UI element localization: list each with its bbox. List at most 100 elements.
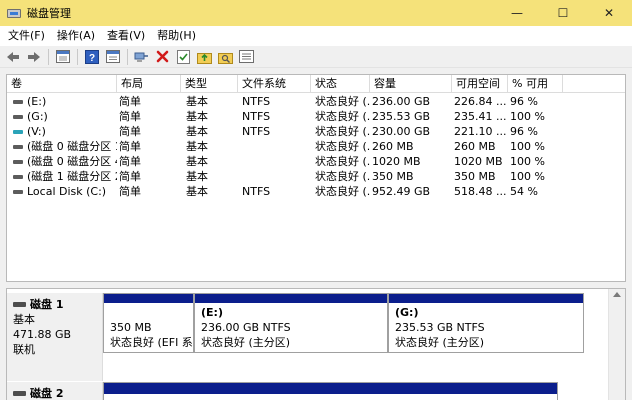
column-header-type[interactable]: 类型 — [181, 75, 238, 93]
filesystem-cell — [238, 154, 311, 169]
disk-1-type: 基本 — [13, 313, 35, 326]
layout-cell: 简单 — [119, 155, 141, 168]
partition-bar — [104, 294, 193, 303]
table-row[interactable]: (磁盘 0 磁盘分区 1) 简单 基本 状态良好 (... 260 MB 260… — [7, 139, 625, 154]
table-row[interactable]: Local Disk (C:) 简单 基本 NTFS 状态良好 (... 952… — [7, 184, 625, 199]
partition-efi[interactable]: 350 MB 状态良好 (EFI 系统 — [103, 293, 194, 353]
column-header-free-space[interactable]: 可用空间 — [452, 75, 508, 93]
volume-cell: (G:) — [7, 109, 117, 124]
vertical-scrollbar[interactable] — [608, 289, 625, 400]
column-header-layout[interactable]: 布局 — [117, 75, 181, 93]
forward-arrow-icon[interactable] — [25, 48, 42, 66]
volume-cell: (磁盘 0 磁盘分区 1) — [7, 139, 117, 154]
filesystem-cell — [238, 139, 311, 154]
close-button[interactable]: ✕ — [586, 0, 632, 26]
title-bar[interactable]: 磁盘管理 — ☐ ✕ — [0, 0, 632, 26]
percent-free-cell: 100 % — [510, 155, 545, 168]
menu-view[interactable]: 查看(V) — [101, 26, 151, 46]
volume-name: (V:) — [27, 125, 46, 138]
filesystem-cell: NTFS — [242, 125, 271, 138]
disk-1-name: 磁盘 1 — [13, 297, 96, 312]
column-header-percent-free[interactable]: % 可用 — [508, 75, 563, 93]
disk-layout-pane[interactable]: 磁盘 1 基本 471.88 GB 联机 350 MB 状态良好 (EFI 系统… — [6, 288, 626, 400]
layout-cell: 简单 — [119, 95, 141, 108]
folder-search-icon[interactable] — [217, 48, 234, 66]
partition-g[interactable]: (G:) 235.53 GB NTFS 状态良好 (主分区) — [388, 293, 584, 353]
partition-e[interactable]: (E:) 236.00 GB NTFS 状态良好 (主分区) — [194, 293, 388, 353]
disk-1-size: 471.88 GB — [13, 328, 72, 341]
table-row[interactable]: (E:) 简单 基本 NTFS 状态良好 (... 236.00 GB 226.… — [7, 94, 625, 109]
properties-icon[interactable] — [104, 48, 121, 66]
filesystem-cell: NTFS — [242, 185, 271, 198]
minimize-button[interactable]: — — [494, 0, 540, 26]
free-space-cell: 221.10 ... — [454, 125, 507, 138]
volume-name: (磁盘 0 磁盘分区 1) — [27, 140, 117, 153]
volume-list-pane[interactable]: 卷 布局 类型 文件系统 状态 容量 可用空间 % 可用 (E:) 简单 基本 … — [6, 74, 626, 282]
disk-2-partitions[interactable] — [103, 382, 558, 400]
percent-free-cell: 54 % — [510, 185, 538, 198]
menu-action[interactable]: 操作(A) — [51, 26, 101, 46]
type-cell: 基本 — [186, 140, 208, 153]
partition-status: 状态良好 (主分区) — [201, 336, 291, 349]
capacity-cell: 230.00 GB — [372, 125, 431, 138]
partition-size: 350 MB — [110, 321, 152, 334]
capacity-cell: 1020 MB — [372, 155, 421, 168]
scroll-up-arrow-icon[interactable] — [613, 292, 621, 297]
partition-bar — [195, 294, 387, 303]
menu-bar: 文件(F) 操作(A) 查看(V) 帮助(H) — [0, 26, 632, 46]
status-cell: 状态良好 (... — [315, 110, 370, 123]
folder-up-icon[interactable] — [196, 48, 213, 66]
volume-cell: (E:) — [7, 94, 117, 109]
column-header-status[interactable]: 状态 — [311, 75, 370, 93]
toolbar-separator — [48, 48, 49, 65]
layout-cell: 简单 — [119, 185, 141, 198]
volume-cell: (V:) — [7, 124, 117, 139]
drive-icon — [13, 159, 23, 164]
delete-icon[interactable] — [154, 48, 171, 66]
capacity-cell: 350 MB — [372, 170, 414, 183]
toolbar-separator — [127, 48, 128, 65]
maximize-button[interactable]: ☐ — [540, 0, 586, 26]
back-arrow-icon[interactable] — [4, 48, 21, 66]
disk-2-info[interactable]: 磁盘 2 — [7, 382, 103, 400]
status-cell: 状态良好 (... — [315, 95, 370, 108]
disk-1-state: 联机 — [13, 343, 35, 356]
settings-list-icon[interactable] — [238, 48, 255, 66]
free-space-cell: 350 MB — [454, 170, 496, 183]
disk-1-label: 磁盘 1 — [30, 298, 64, 311]
partition-label: (G:) — [395, 306, 419, 319]
drive-icon — [13, 129, 23, 134]
status-cell: 状态良好 (... — [315, 140, 370, 153]
column-header-filesystem[interactable]: 文件系统 — [238, 75, 311, 93]
drive-icon — [13, 174, 23, 179]
partition-efi-text: 350 MB 状态良好 (EFI 系统 — [110, 320, 192, 350]
volume-name: (磁盘 0 磁盘分区 4) — [27, 155, 117, 168]
type-cell: 基本 — [186, 155, 208, 168]
toolbar: ? — [0, 46, 632, 68]
menu-file[interactable]: 文件(F) — [2, 26, 51, 46]
column-header-capacity[interactable]: 容量 — [370, 75, 452, 93]
type-cell: 基本 — [186, 125, 208, 138]
percent-free-cell: 100 % — [510, 170, 545, 183]
layout-cell: 简单 — [119, 110, 141, 123]
console-icon[interactable] — [54, 48, 71, 66]
partition-status: 状态良好 (EFI 系统 — [110, 336, 192, 349]
partition-bar — [104, 383, 557, 394]
disk-icon — [13, 391, 26, 396]
help-icon[interactable]: ? — [83, 48, 100, 66]
checklist-icon[interactable] — [175, 48, 192, 66]
connect-icon[interactable] — [133, 48, 150, 66]
table-row[interactable]: (磁盘 0 磁盘分区 4) 简单 基本 状态良好 (... 1020 MB 10… — [7, 154, 625, 169]
table-row[interactable]: (G:) 简单 基本 NTFS 状态良好 (... 235.53 GB 235.… — [7, 109, 625, 124]
volume-name: Local Disk (C:) — [27, 185, 107, 198]
column-header-volume[interactable]: 卷 — [7, 75, 117, 93]
layout-cell: 简单 — [119, 140, 141, 153]
type-cell: 基本 — [186, 170, 208, 183]
table-row[interactable]: (V:) 简单 基本 NTFS 状态良好 (... 230.00 GB 221.… — [7, 124, 625, 139]
filesystem-cell: NTFS — [242, 110, 271, 123]
free-space-cell: 226.84 ... — [454, 95, 507, 108]
table-row[interactable]: (磁盘 1 磁盘分区 2) 简单 基本 状态良好 (... 350 MB 350… — [7, 169, 625, 184]
toolbar-separator — [77, 48, 78, 65]
disk-1-info[interactable]: 磁盘 1 基本 471.88 GB 联机 — [7, 293, 103, 381]
menu-help[interactable]: 帮助(H) — [151, 26, 202, 46]
